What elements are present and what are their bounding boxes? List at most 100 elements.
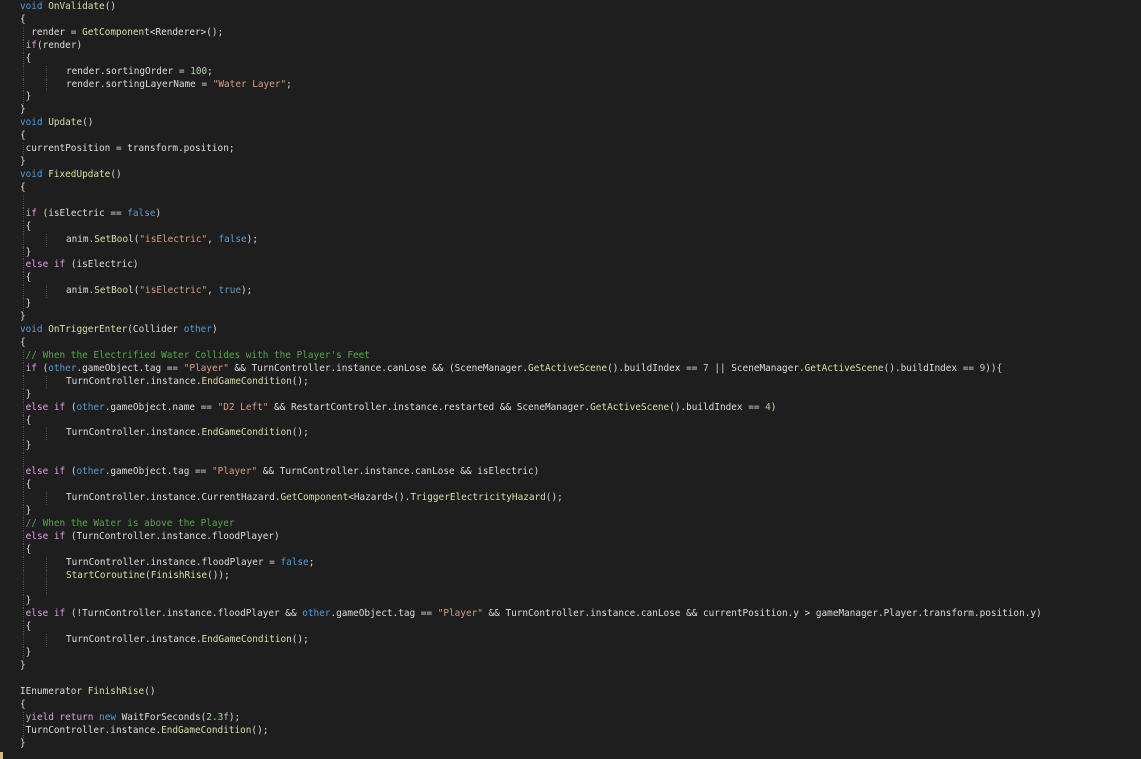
code-token: ();	[291, 634, 309, 646]
code-token: }	[25, 91, 32, 103]
code-token: "Player"	[437, 608, 483, 620]
code-line[interactable]: // When the Electrified Water Collides w…	[20, 349, 1042, 363]
code-line[interactable]: }	[20, 104, 1042, 117]
code-token: "isElectric"	[139, 233, 208, 245]
code-line[interactable]: }	[20, 298, 1042, 312]
code-line[interactable]: }	[20, 91, 1042, 105]
code-line[interactable]: else if (!TurnController.instance.floodP…	[20, 608, 1042, 622]
indent-guide	[23, 233, 24, 247]
code-line[interactable]: TurnController.instance.CurrentHazard.Ge…	[20, 492, 1042, 505]
code-line[interactable]: else if (other.gameObject.tag == "Player…	[20, 466, 1042, 480]
code-line[interactable]: {	[20, 52, 1042, 66]
code-lines[interactable]: void OnValidate(){ render = GetComponent…	[20, 1, 1042, 750]
code-line[interactable]: anim.SetBool("isElectric", false);	[20, 233, 1042, 247]
code-token: render.sortingOrder =	[66, 65, 191, 77]
indent-guide	[23, 26, 24, 40]
code-token: ()	[104, 1, 116, 12]
indent-guide	[23, 388, 24, 402]
code-line[interactable]: else if (other.gameObject.name == "D2 Le…	[20, 401, 1042, 415]
code-line[interactable]: else if (TurnController.instance.floodPl…	[20, 530, 1042, 544]
indent-guide	[23, 621, 24, 635]
code-line[interactable]: TurnController.instance.EndGameCondition…	[20, 427, 1042, 441]
code-token: {	[20, 181, 26, 193]
indent-guide	[23, 504, 24, 518]
indent-guide	[23, 39, 24, 53]
code-token: {	[25, 52, 32, 64]
code-token: ))	[985, 362, 997, 374]
code-line[interactable]: }	[20, 440, 1042, 454]
code-line[interactable]: IEnumerator FinishRise()	[20, 686, 1042, 699]
code-line[interactable]: TurnController.instance.EndGameCondition…	[20, 634, 1042, 648]
code-line[interactable]: }	[20, 647, 1042, 661]
code-line[interactable]: TurnController.instance.EndGameCondition…	[20, 375, 1042, 389]
code-token: anim.	[66, 233, 95, 245]
code-line[interactable]: {	[20, 272, 1042, 286]
code-token: (	[65, 466, 77, 478]
code-line[interactable]: {	[20, 14, 1042, 27]
indent-guide	[23, 207, 24, 221]
code-line[interactable]: else if (isElectric)	[20, 259, 1042, 273]
code-line[interactable]: }	[20, 738, 1042, 751]
code-line[interactable]: if (isElectric == false)	[20, 207, 1042, 221]
code-line[interactable]: {	[20, 337, 1042, 350]
code-line[interactable]: // When the Water is above the Player	[20, 517, 1042, 531]
code-line[interactable]: currentPosition = transform.position;	[20, 143, 1042, 157]
code-line[interactable]: render.sortingOrder = 100;	[20, 65, 1042, 79]
code-line[interactable]: TurnController.instance.EndGameCondition…	[20, 724, 1042, 738]
code-token: && RestartController.instance.restarted …	[268, 401, 591, 413]
code-line[interactable]: {	[20, 130, 1042, 143]
code-editor[interactable]: void OnValidate(){ render = GetComponent…	[0, 0, 1141, 759]
code-token: other	[302, 608, 331, 620]
code-token: // When the Water is above the Player	[25, 517, 235, 529]
code-token: );	[246, 233, 258, 245]
code-line[interactable]: {	[20, 414, 1042, 428]
code-line[interactable]: anim.SetBool("isElectric", true);	[20, 285, 1042, 299]
code-token: );	[241, 285, 253, 297]
code-line[interactable]: TurnController.instance.floodPlayer = fa…	[20, 556, 1042, 570]
indent-guide	[46, 582, 47, 596]
code-line[interactable]: }	[20, 595, 1042, 609]
code-token: TurnController.instance.CurrentHazard.	[66, 492, 281, 504]
code-token: )	[76, 39, 83, 51]
code-token: || SceneManager.	[708, 362, 805, 374]
code-token: {	[996, 362, 1003, 374]
change-marker	[0, 752, 3, 759]
code-line[interactable]: void Update()	[20, 117, 1042, 130]
code-token: ();	[251, 724, 269, 736]
code-line[interactable]	[20, 194, 1042, 208]
indent-guide	[23, 569, 24, 583]
code-line[interactable]: {	[20, 182, 1042, 195]
code-line[interactable]: StartCoroutine(FinishRise());	[20, 569, 1042, 583]
code-token: }	[20, 104, 26, 116]
code-line[interactable]	[20, 582, 1042, 596]
code-line[interactable]: render = GetComponent<Renderer>();	[20, 26, 1042, 40]
code-line[interactable]: }	[20, 388, 1042, 402]
code-line[interactable]: }	[20, 156, 1042, 169]
code-line[interactable]: if (other.gameObject.tag == "Player" && …	[20, 362, 1042, 376]
code-line[interactable]: void OnTriggerEnter(Collider other)	[20, 324, 1042, 337]
code-line[interactable]: void OnValidate()	[20, 1, 1042, 14]
code-line[interactable]	[20, 673, 1042, 686]
code-token: SetBool	[94, 233, 134, 245]
code-line[interactable]: }	[20, 311, 1042, 324]
code-line[interactable]: void FixedUpdate()	[20, 169, 1042, 182]
code-line[interactable]: {	[20, 699, 1042, 712]
code-line[interactable]: yield return new WaitForSeconds(2.3f);	[20, 711, 1042, 725]
code-line[interactable]: {	[20, 479, 1042, 493]
code-token: ;	[286, 78, 292, 90]
code-line[interactable]	[20, 453, 1042, 467]
code-line[interactable]: {	[20, 220, 1042, 234]
indent-guide	[23, 479, 24, 493]
code-token: ,	[207, 285, 219, 297]
code-token: TurnController.instance.floodPlayer =	[66, 556, 281, 568]
code-token: {	[20, 336, 26, 348]
code-line[interactable]: {	[20, 621, 1042, 635]
code-line[interactable]: }	[20, 504, 1042, 518]
indent-guide	[23, 711, 24, 725]
code-line[interactable]: if(render)	[20, 39, 1042, 53]
code-line[interactable]: {	[20, 543, 1042, 557]
code-token: TurnController.instance.	[66, 427, 202, 439]
code-line[interactable]: }	[20, 660, 1042, 673]
code-line[interactable]: }	[20, 246, 1042, 260]
code-line[interactable]: render.sortingLayerName = "Water Layer";	[20, 78, 1042, 92]
